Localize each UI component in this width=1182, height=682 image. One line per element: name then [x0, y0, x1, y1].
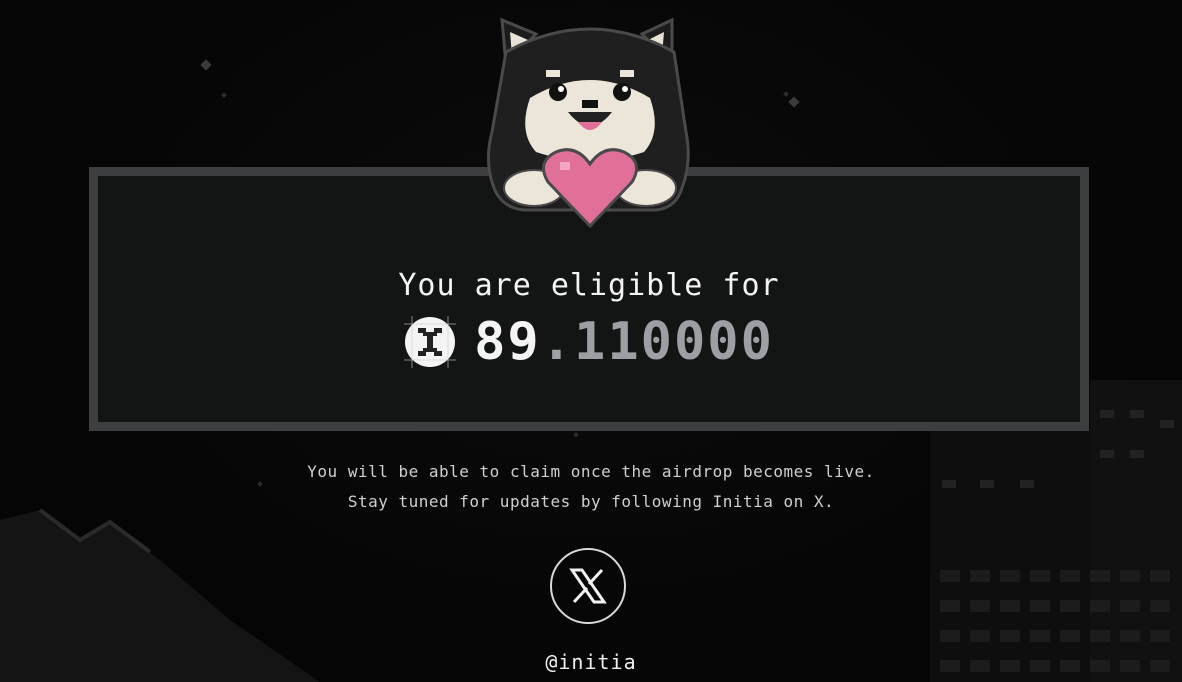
- amount-integer: 89: [474, 312, 541, 372]
- x-social-button[interactable]: [550, 548, 626, 624]
- background-star: [257, 481, 263, 487]
- amount-decimal: .110000: [540, 312, 774, 372]
- x-handle-link[interactable]: @initia: [0, 650, 1182, 674]
- background-star: [221, 92, 227, 98]
- claim-notice-line-2: Stay tuned for updates by following Init…: [347, 492, 835, 511]
- background-star: [783, 91, 789, 97]
- initia-token-icon: [404, 316, 457, 368]
- claim-notice-line-1: You will be able to claim once the airdr…: [307, 462, 875, 481]
- background-star: [200, 59, 212, 71]
- airdrop-page: You are eligible for 89.110000 You will …: [0, 0, 1182, 682]
- eligibility-title: You are eligible for: [398, 268, 780, 303]
- x-logo-icon: [569, 568, 607, 604]
- airdrop-amount: 89.110000: [474, 316, 774, 368]
- airdrop-amount-row: 89.110000: [98, 316, 1080, 368]
- background-star: [573, 432, 579, 438]
- mascot-dog-icon: [487, 17, 690, 229]
- background-star: [788, 96, 800, 108]
